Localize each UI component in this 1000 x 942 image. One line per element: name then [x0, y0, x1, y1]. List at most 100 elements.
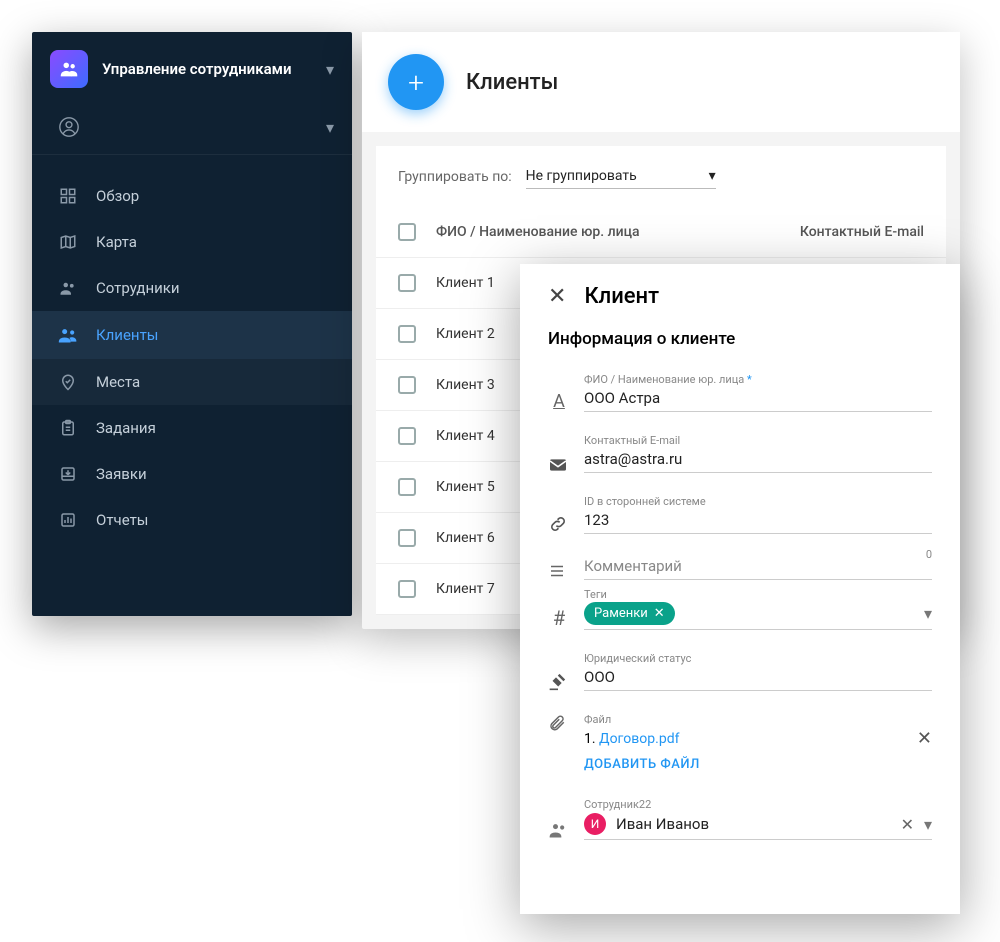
checkbox[interactable] — [398, 427, 416, 445]
app-logo — [50, 50, 88, 88]
sidebar-item-label: Карта — [96, 233, 137, 251]
people-icon — [58, 279, 78, 297]
close-icon[interactable]: ✕ — [548, 284, 566, 309]
field-label: Теги — [584, 588, 607, 601]
field-value: astra@astra.ru — [584, 450, 682, 468]
cell-name: Клиент 3 — [436, 377, 495, 393]
sidebar-item-label: Места — [96, 373, 140, 391]
file-field: Файл 1. Договор.pdf ✕ ДОБАВИТЬ ФАЙЛ — [548, 703, 932, 788]
comment-field[interactable]: 0 Комментарий — [548, 546, 932, 592]
chevron-down-icon[interactable]: ▾ — [326, 118, 334, 137]
field-label: ФИО / Наименование юр. лица — [584, 373, 744, 386]
inbox-icon — [58, 465, 78, 483]
sidebar-item-overview[interactable]: Обзор — [32, 173, 352, 219]
add-file-button[interactable]: ДОБАВИТЬ ФАЙЛ — [584, 757, 932, 772]
checkbox[interactable] — [398, 529, 416, 547]
group-by-label: Группировать по: — [398, 169, 512, 185]
checkbox-all[interactable] — [398, 223, 416, 241]
dashboard-icon — [58, 187, 78, 205]
hash-icon: # — [548, 606, 570, 630]
employee-name: Иван Иванов — [616, 815, 709, 833]
group-by-value: Не группировать — [526, 168, 637, 184]
sidebar-item-tasks[interactable]: Задания — [32, 405, 352, 451]
file-link[interactable]: Договор.pdf — [599, 731, 679, 747]
file-remove-icon[interactable]: ✕ — [917, 728, 932, 749]
attachment-icon — [548, 713, 570, 733]
cell-name: Клиент 6 — [436, 530, 495, 546]
client-detail-panel: ✕ Клиент Информация о клиенте A ФИО / На… — [520, 264, 960, 914]
gavel-icon — [548, 671, 570, 691]
checkbox[interactable] — [398, 580, 416, 598]
checkbox[interactable] — [398, 274, 416, 292]
clear-icon[interactable]: ✕ — [901, 815, 914, 834]
name-field[interactable]: A ФИО / Наименование юр. лица * ООО Астр… — [548, 363, 932, 424]
chart-icon — [58, 511, 78, 529]
sidebar-item-label: Обзор — [96, 187, 139, 205]
sidebar-header[interactable]: Управление сотрудниками ▾ — [32, 32, 352, 102]
people-icon — [548, 820, 570, 840]
map-icon — [58, 233, 78, 251]
avatar: И — [584, 813, 606, 835]
sidebar-item-clients[interactable]: Клиенты — [32, 311, 352, 359]
chevron-down-icon[interactable]: ▾ — [924, 815, 932, 834]
checkbox[interactable] — [398, 325, 416, 343]
user-circle-icon — [58, 116, 80, 138]
main-header: + Клиенты — [362, 32, 960, 132]
cell-name: Клиент 7 — [436, 581, 495, 597]
sidebar-item-label: Сотрудники — [96, 279, 180, 297]
app-title: Управление сотрудниками — [102, 60, 312, 79]
checkbox[interactable] — [398, 478, 416, 496]
place-icon — [58, 373, 78, 391]
field-label: ID в сторонней системе — [584, 495, 932, 508]
field-label: Сотрудник22 — [584, 798, 932, 811]
clipboard-icon — [58, 419, 78, 437]
chevron-down-icon: ▾ — [709, 168, 716, 184]
field-value: 123 — [584, 511, 609, 529]
link-icon — [548, 514, 570, 534]
chip-label: Раменки — [594, 606, 648, 621]
sidebar-item-label: Клиенты — [96, 326, 158, 344]
field-label: Контактный E-mail — [584, 434, 932, 447]
group-by-select[interactable]: Не группировать ▾ — [526, 164, 716, 189]
sidebar-user[interactable]: ▾ — [32, 102, 352, 155]
tag-chip[interactable]: Раменки ✕ — [584, 602, 675, 625]
sidebar-item-map[interactable]: Карта — [32, 219, 352, 265]
people-icon — [58, 58, 80, 80]
cell-name: Клиент 4 — [436, 428, 495, 444]
mail-icon — [548, 457, 570, 473]
clients-icon — [58, 325, 78, 345]
email-field[interactable]: Контактный E-mail astra@astra.ru — [548, 424, 932, 485]
char-counter: 0 — [926, 548, 932, 561]
col-email: Контактный E-mail — [800, 224, 924, 240]
chip-remove-icon[interactable]: ✕ — [654, 606, 665, 621]
chevron-down-icon[interactable]: ▾ — [326, 60, 334, 79]
detail-subtitle: Информация о клиенте — [548, 329, 932, 349]
sidebar-item-requests[interactable]: Заявки — [32, 451, 352, 497]
grouping-bar: Группировать по: Не группировать ▾ — [376, 146, 946, 207]
sidebar-nav: Обзор Карта Сотрудники Клиенты Места Зад… — [32, 155, 352, 543]
file-index: 1. — [584, 731, 596, 747]
sidebar-item-label: Заявки — [96, 465, 147, 483]
sidebar-item-reports[interactable]: Отчеты — [32, 497, 352, 543]
ext-id-field[interactable]: ID в сторонней системе 123 — [548, 485, 932, 546]
sidebar: Управление сотрудниками ▾ ▾ Обзор Карта … — [32, 32, 352, 616]
sidebar-item-employees[interactable]: Сотрудники — [32, 265, 352, 311]
tags-field[interactable]: # Теги Раменки ✕ ▾ — [548, 592, 932, 642]
field-value: ООО Астра — [584, 389, 660, 407]
cell-name: Клиент 5 — [436, 479, 495, 495]
detail-title: Клиент — [584, 284, 659, 309]
employee-field[interactable]: Сотрудник22 И Иван Иванов ✕ ▾ — [548, 788, 932, 852]
notes-icon — [548, 562, 570, 580]
sidebar-item-label: Отчеты — [96, 511, 148, 529]
checkbox[interactable] — [398, 376, 416, 394]
sidebar-item-label: Задания — [96, 419, 156, 437]
cell-name: Клиент 2 — [436, 326, 495, 342]
chevron-down-icon[interactable]: ▾ — [924, 604, 932, 623]
col-name: ФИО / Наименование юр. лица — [436, 224, 640, 240]
add-button[interactable]: + — [388, 54, 444, 110]
legal-status-field[interactable]: Юридический статус ООО — [548, 642, 932, 703]
text-icon: A — [548, 391, 570, 412]
sidebar-item-places[interactable]: Места — [32, 359, 352, 405]
cell-name: Клиент 1 — [436, 275, 495, 291]
field-label: Юридический статус — [584, 652, 932, 665]
